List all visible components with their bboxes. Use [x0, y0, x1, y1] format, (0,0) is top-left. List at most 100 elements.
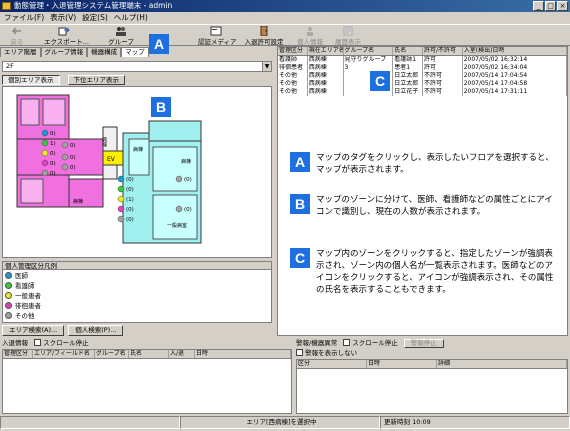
column-header[interactable]: 詳細 — [437, 360, 567, 368]
minimize-button[interactable]: _ — [533, 1, 544, 11]
entry-grid: 管理区分 エリア/フィールド名 グループ名 氏名 入/退 日時 — [2, 349, 292, 414]
table-row[interactable]: 看護師 西病棟 見守りグループ 看護師1 許可 2007/05/02 16:32:14 — [278, 56, 567, 64]
column-header[interactable]: グループ名 — [344, 47, 394, 55]
floor-map[interactable]: EV 病棟 病棟 病棟 病棟 一般病室 0) 1) 0) 0) 0) 0) 0) — [2, 86, 272, 258]
alarm-panel: 警報/機器異常 スクロール停止 警報停止 警報を表示しない 区分 日時 詳細 — [296, 338, 568, 414]
tab-group-info[interactable]: グループ情報 — [40, 47, 88, 57]
map-room[interactable] — [152, 194, 198, 240]
callout-badge-a: A — [290, 152, 310, 172]
patient-icon — [5, 291, 12, 299]
callout-badge-c: C — [370, 71, 390, 91]
person-search-button[interactable]: 個人検索(P)... — [68, 325, 124, 336]
personal-info-button[interactable]: 個人情報 — [296, 26, 324, 46]
tab-map[interactable]: マップ — [121, 47, 149, 57]
lower-area-view-button[interactable]: 下位エリア表示 — [67, 75, 125, 85]
other-icon[interactable] — [117, 215, 125, 223]
table-row[interactable]: その他 西病棟 日立太郎 不許可 2007/05/14 17:04:54 — [278, 72, 567, 80]
map-zone-west-corridor[interactable] — [16, 138, 104, 176]
patient-icon[interactable] — [117, 195, 125, 203]
map-room[interactable] — [42, 98, 66, 126]
zone-count: (0) — [126, 217, 134, 223]
other-icon[interactable] — [175, 205, 183, 213]
tab-area-hierarchy[interactable]: エリア階層 — [0, 47, 41, 57]
tab-device-config[interactable]: 機器構成 — [87, 47, 122, 57]
alarm-grid: 区分 日時 詳細 — [296, 359, 568, 414]
column-header[interactable]: 日時 — [367, 360, 437, 368]
other-icon[interactable] — [61, 141, 69, 149]
entry-scroll-stop-checkbox[interactable]: スクロール停止 — [34, 339, 89, 348]
column-header[interactable]: 入室(検出)日時 — [463, 47, 567, 55]
group-button[interactable]: グループ — [106, 26, 136, 46]
export-button[interactable]: エクスポート... — [44, 26, 89, 46]
map-room[interactable] — [152, 146, 198, 192]
card-icon — [210, 26, 222, 36]
column-header[interactable]: 管理区分 — [3, 350, 33, 358]
column-header[interactable]: 日時 — [195, 350, 291, 358]
history-button[interactable]: 履歴表示 — [334, 26, 362, 46]
map-room[interactable] — [20, 98, 40, 126]
status-update-time: 更新時刻 10:09 — [380, 416, 570, 429]
zone-count: 0) — [50, 131, 56, 137]
callout-badge-b: B — [151, 97, 171, 117]
alarm-stop-button[interactable]: 警報停止 — [403, 338, 444, 348]
individual-area-view-button[interactable]: 個別エリア表示 — [2, 75, 60, 85]
callout-badge-c: C — [290, 248, 310, 268]
area-search-button[interactable]: エリア検索(A)... — [2, 325, 65, 336]
zone-count: 1) — [50, 141, 56, 147]
export-icon — [58, 27, 70, 36]
menu-settings[interactable]: 設定(S) — [82, 12, 108, 24]
zone-count: 0) — [70, 165, 76, 171]
other-icon[interactable] — [175, 175, 183, 183]
doctor-icon[interactable] — [41, 129, 49, 137]
access-permission-button[interactable]: 入退許可設定 — [242, 26, 286, 46]
wandering-patient-icon[interactable] — [41, 159, 49, 167]
legend-item: その他 — [3, 310, 271, 320]
table-row[interactable]: その他 西病棟 日立太郎 不許可 2007/05/14 17:04:58 — [278, 80, 567, 88]
entry-panel-title: 入退情報 — [2, 338, 28, 347]
map-room[interactable] — [20, 178, 44, 204]
legend: 個人管理区分凡例 医師 看護師 一般患者 徘徊患者 その他 — [2, 261, 272, 323]
other-icon[interactable] — [41, 169, 49, 177]
status-bar: エリア[西病棟]を選択中 更新時刻 10:09 — [0, 416, 570, 429]
column-header[interactable]: 区分 — [297, 360, 367, 368]
nurse-icon[interactable] — [41, 139, 49, 147]
column-header[interactable]: エリア/フィールド名 — [33, 350, 95, 358]
column-header[interactable]: 現在エリア名 — [308, 47, 344, 55]
column-header[interactable]: 氏名 — [129, 350, 169, 358]
zone-count: (0) — [126, 207, 134, 213]
other-icon[interactable] — [61, 153, 69, 161]
maximize-button[interactable]: □ — [545, 1, 556, 11]
map-zone-east-top[interactable] — [148, 120, 202, 142]
other-icon[interactable] — [61, 163, 69, 171]
close-button[interactable]: × — [557, 1, 568, 11]
column-header[interactable]: 管理区分 — [278, 47, 308, 55]
patient-icon[interactable] — [41, 149, 49, 157]
zone-count: (0) — [126, 187, 134, 193]
back-button[interactable]: 戻る — [6, 26, 28, 46]
wandering-patient-icon — [5, 301, 12, 309]
menu-file[interactable]: ファイル(F) — [4, 12, 44, 24]
chevron-down-icon[interactable]: ▼ — [262, 62, 271, 71]
table-row[interactable]: 徘徊患者 西病棟 3 患者1 許可 2007/05/02 16:34:04 — [278, 64, 567, 72]
auth-media-button[interactable]: 認証メディア — [198, 26, 237, 46]
column-header[interactable]: 入/退 — [169, 350, 195, 358]
alarm-scroll-stop-checkbox[interactable]: スクロール停止 — [343, 339, 398, 348]
zone-count: 0) — [70, 155, 76, 161]
entry-panel: 入退情報 スクロール停止 管理区分 エリア/フィールド名 グループ名 氏名 入/… — [2, 338, 292, 414]
floor-select[interactable]: 2F ▼ — [2, 61, 272, 72]
door-icon — [260, 26, 268, 36]
nurse-icon[interactable] — [117, 185, 125, 193]
legend-item: 徘徊患者 — [3, 300, 271, 310]
menu-help[interactable]: ヘルプ(H) — [114, 12, 148, 24]
column-header[interactable]: グループ名 — [95, 350, 129, 358]
table-row[interactable]: その他 西病棟 日立花子 不許可 2007/05/14 17:31:11 — [278, 88, 567, 96]
column-header[interactable]: 氏名 — [393, 47, 423, 55]
zone-count: (0) — [126, 177, 134, 183]
wandering-patient-icon[interactable] — [117, 205, 125, 213]
map-room[interactable] — [128, 138, 150, 176]
doctor-icon[interactable] — [117, 175, 125, 183]
column-header[interactable]: 許可/不許可 — [423, 47, 463, 55]
hide-alarm-checkbox[interactable]: 警報を表示しない — [296, 349, 357, 358]
menu-view[interactable]: 表示(V) — [50, 12, 76, 24]
floor-select-value: 2F — [6, 62, 14, 70]
